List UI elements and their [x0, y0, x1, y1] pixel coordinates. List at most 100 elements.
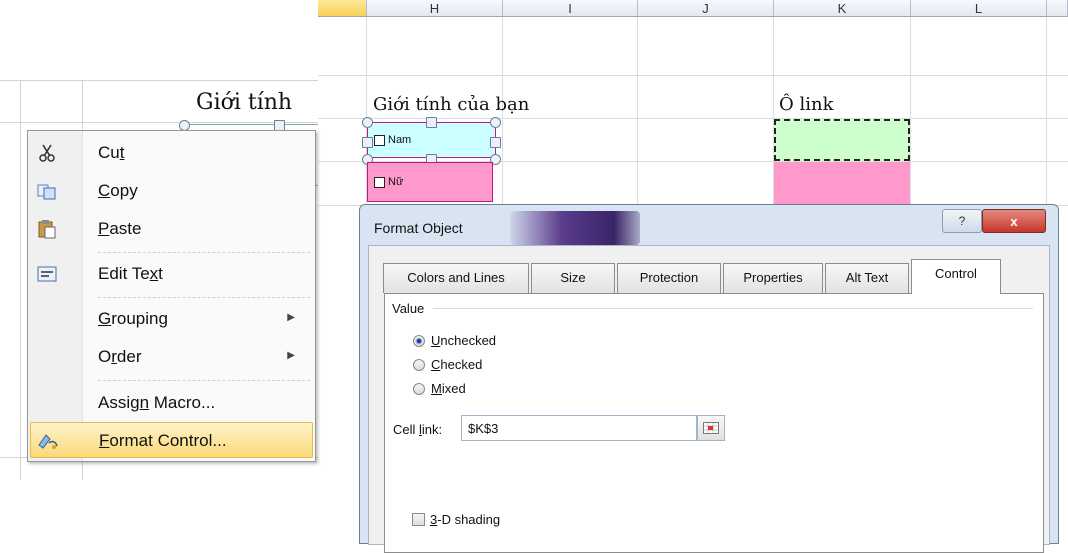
menu-accelerator: n — [139, 393, 150, 412]
radio-button-icon — [413, 334, 425, 347]
left-heading: Giới tính — [196, 90, 293, 115]
checkbox-icon — [412, 513, 425, 526]
menu-label: aste — [109, 219, 142, 238]
value-group-label: Value — [392, 301, 425, 316]
resize-handle[interactable] — [490, 117, 501, 128]
resize-handle[interactable] — [426, 117, 437, 128]
resize-handle[interactable] — [362, 137, 373, 148]
cell-link-label: Cell link: — [393, 422, 442, 437]
menu-item-edit-text[interactable]: Edit Text — [30, 256, 313, 292]
menu-label: opy — [110, 181, 138, 200]
resize-handle[interactable] — [490, 137, 501, 148]
tab-protection[interactable]: Protection — [617, 263, 721, 293]
menu-item-format-control[interactable]: Format Control... — [30, 422, 313, 458]
control-tab-panel: Value Unchecked Checked Mixed Cell link: — [384, 293, 1044, 553]
column-header-h[interactable]: H — [367, 0, 503, 17]
menu-label: O — [98, 347, 112, 366]
cell-link-label-text: ink: — [421, 422, 443, 437]
help-button[interactable]: ? — [942, 209, 982, 233]
menu-accelerator: x — [149, 264, 159, 283]
menu-label: Assig — [98, 393, 140, 412]
tab-properties[interactable]: Properties — [723, 263, 823, 293]
grid-line — [0, 122, 318, 123]
menu-label: Cu — [98, 143, 120, 162]
close-icon: x — [1010, 213, 1018, 229]
checkbox-nu[interactable]: Nữ — [367, 162, 493, 202]
tab-size[interactable]: Size — [531, 263, 615, 293]
context-menu: Cut Copy Paste Edit Text Grouping ▶ Orde… — [27, 130, 316, 462]
paste-icon — [36, 218, 58, 240]
menu-label: Edit Te — [98, 264, 150, 283]
grid-line — [0, 80, 318, 81]
menu-item-paste[interactable]: Paste — [30, 211, 313, 247]
menu-separator — [98, 252, 310, 253]
radio-mixed[interactable]: Mixed — [413, 381, 466, 396]
radio-button-icon — [413, 382, 425, 395]
tab-alt-text[interactable]: Alt Text — [825, 263, 909, 293]
shading-label: -D shading — [437, 512, 501, 527]
column-header-next[interactable] — [1047, 0, 1068, 17]
link-title: Ô link — [779, 94, 834, 115]
checkbox-square-icon — [374, 134, 385, 146]
menu-label: rouping — [111, 309, 168, 328]
link-cell-k3[interactable] — [774, 119, 910, 161]
tab-control[interactable]: Control — [911, 259, 1001, 294]
collapse-dialog-button[interactable] — [697, 415, 725, 441]
menu-separator — [98, 297, 310, 298]
radio-button-icon — [413, 358, 425, 371]
edit-text-icon — [36, 263, 58, 285]
column-header-i[interactable]: I — [503, 0, 638, 17]
grid-line — [318, 75, 1068, 76]
menu-accelerator: P — [98, 219, 110, 238]
copy-icon — [36, 180, 58, 202]
gender-title: Giới tính của bạn — [373, 94, 530, 115]
submenu-arrow-icon: ▶ — [287, 350, 295, 361]
menu-item-order[interactable]: Order ▶ — [30, 339, 313, 375]
menu-separator — [98, 380, 310, 381]
tab-colors-and-lines[interactable]: Colors and Lines — [383, 263, 529, 293]
radio-accelerator: U — [431, 333, 441, 348]
menu-label: t — [158, 264, 163, 283]
column-header-l[interactable]: L — [911, 0, 1047, 17]
radio-label: nchecked — [440, 333, 497, 348]
menu-label: der — [116, 347, 142, 366]
radio-label: hecked — [440, 357, 483, 372]
cell-link-label-text: Cell — [393, 422, 420, 437]
close-button[interactable]: x — [982, 209, 1046, 233]
menu-accelerator: C — [98, 181, 111, 200]
shading-3d-checkbox[interactable]: 3-D shading — [412, 512, 500, 527]
radio-unchecked[interactable]: Unchecked — [413, 333, 496, 348]
help-icon: ? — [958, 214, 966, 228]
dialog-body: Colors and Lines Size Protection Propert… — [368, 245, 1050, 553]
checkbox-nam-label: Nam — [388, 134, 412, 146]
column-header-selected[interactable] — [318, 0, 367, 17]
menu-item-cut[interactable]: Cut — [30, 135, 313, 171]
title-bar-overlay — [510, 211, 640, 245]
grid-line — [20, 80, 21, 480]
menu-accelerator: G — [98, 309, 112, 328]
format-control-icon — [37, 430, 59, 452]
column-header-k[interactable]: K — [774, 0, 911, 17]
format-object-dialog: Format Object ? x Colors and Lines Size … — [359, 204, 1059, 553]
column-header-j[interactable]: J — [638, 0, 774, 17]
submenu-arrow-icon: ▶ — [287, 312, 295, 323]
radio-accelerator: C — [431, 357, 441, 372]
resize-handle[interactable] — [362, 117, 373, 128]
radio-accelerator: M — [431, 381, 442, 396]
link-cell-k4[interactable] — [774, 162, 910, 205]
radio-checked[interactable]: Checked — [413, 357, 482, 372]
dialog-title: Format Object — [374, 220, 463, 236]
menu-accelerator: F — [99, 431, 110, 450]
menu-item-grouping[interactable]: Grouping ▶ — [30, 301, 313, 337]
range-select-icon — [703, 422, 719, 434]
menu-accelerator: t — [119, 143, 125, 162]
scissors-icon — [36, 142, 58, 164]
cell-link-input[interactable] — [461, 415, 697, 441]
checkbox-nu-label: Nữ — [388, 176, 404, 188]
menu-label: Macro... — [149, 393, 216, 412]
menu-item-assign-macro[interactable]: Assign Macro... — [30, 385, 313, 421]
group-divider — [433, 308, 1033, 309]
menu-item-copy[interactable]: Copy — [30, 173, 313, 209]
checkbox-square-icon — [374, 176, 385, 188]
menu-label: ormat Control... — [109, 431, 227, 450]
